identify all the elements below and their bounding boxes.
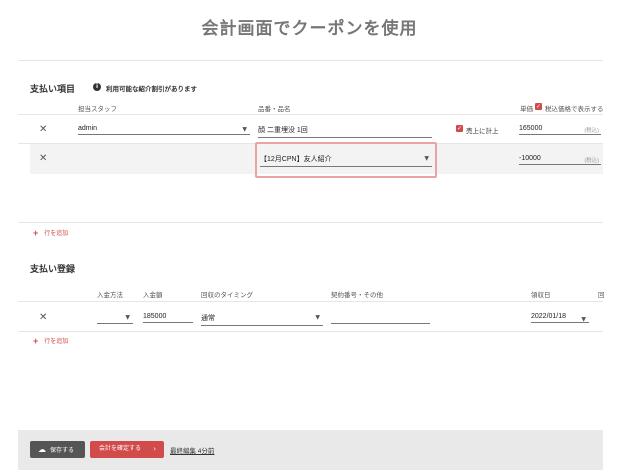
header-date: 領収日 xyxy=(531,292,551,299)
staff-value: admin xyxy=(78,125,98,132)
chevron-down-icon: ▼ xyxy=(125,314,130,321)
chevron-right-icon: › xyxy=(153,445,156,453)
price-value: -10000 xyxy=(519,155,541,162)
plus-icon: + xyxy=(33,336,39,346)
product-value: 顔 二重埋没 1回 xyxy=(258,127,308,134)
discount-notice: 利用可能な紹介割引があります xyxy=(106,86,197,93)
confirm-label: 会計を確定する xyxy=(99,446,142,452)
contract-input[interactable] xyxy=(331,313,430,324)
delete-row-icon[interactable]: ✕ xyxy=(39,153,47,164)
amount-value: 185000 xyxy=(143,313,167,320)
tax-unit: (税込) xyxy=(584,158,599,164)
header-staff: 担当スタッフ xyxy=(78,106,117,113)
header-extra: 回 xyxy=(598,292,605,299)
price-value: 165000 xyxy=(519,125,543,132)
save-button[interactable]: ☁ 保存する xyxy=(30,441,85,458)
divider xyxy=(18,114,603,115)
add-row-label: 行を追加 xyxy=(44,339,69,345)
tax-included-label: 税込価格で表示する xyxy=(545,106,604,113)
date-input[interactable]: 2022/01/18 ▼ xyxy=(531,313,589,323)
chevron-down-icon: ▼ xyxy=(581,316,586,323)
date-value: 2022/01/18 xyxy=(531,313,567,320)
confirm-button[interactable]: 会計を確定する › xyxy=(90,441,164,458)
tax-unit: (税込) xyxy=(584,128,599,134)
last-edit-link[interactable]: 最終編集 4分前 xyxy=(170,445,214,455)
chevron-down-icon: ▼ xyxy=(315,314,320,321)
cloud-upload-icon: ☁ xyxy=(38,445,46,454)
amount-input[interactable]: 185000 xyxy=(143,313,193,323)
plus-icon: + xyxy=(33,228,39,238)
timing-select[interactable]: 通常 ▼ xyxy=(201,313,323,326)
product-value: 【12月CPN】友人紹介 xyxy=(260,156,332,163)
header-product: 品番・品名 xyxy=(258,106,291,113)
header-method: 入金方法 xyxy=(97,292,123,299)
footer-bar: ☁ 保存する 会計を確定する › 最終編集 4分前 xyxy=(18,430,603,470)
add-row-button[interactable]: + 行を追加 xyxy=(33,336,68,346)
price-input[interactable]: -10000 (税込) xyxy=(519,155,601,165)
chevron-down-icon: ▼ xyxy=(424,155,429,162)
add-row-button[interactable]: + 行を追加 xyxy=(33,228,68,238)
header-contract: 契約番号・その他 xyxy=(331,292,383,299)
info-icon: i xyxy=(93,83,101,91)
delete-row-icon[interactable]: ✕ xyxy=(39,312,47,323)
payment-registration-title: 支払い登録 xyxy=(30,264,76,274)
staff-select[interactable]: admin ▼ xyxy=(78,125,250,135)
sales-label: 売上に計上 xyxy=(466,128,499,135)
divider xyxy=(18,331,603,332)
divider xyxy=(18,301,603,302)
sales-checkbox[interactable]: ✓ xyxy=(456,125,463,132)
divider xyxy=(18,222,603,223)
chevron-down-icon: ▼ xyxy=(242,126,247,133)
product-input[interactable]: 顔 二重埋没 1回 xyxy=(258,125,432,138)
timing-value: 通常 xyxy=(201,315,215,322)
page-title: 会計画面でクーポンを使用 xyxy=(201,19,418,38)
price-input[interactable]: 165000 (税込) xyxy=(519,125,601,135)
product-select[interactable]: 【12月CPN】友人紹介 ▼ xyxy=(260,154,432,167)
divider xyxy=(18,60,603,61)
header-unit-price: 単価 xyxy=(520,106,533,113)
header-amount: 入金額 xyxy=(143,292,163,299)
header-timing: 回収のタイミング xyxy=(201,292,253,299)
add-row-label: 行を追加 xyxy=(44,231,69,237)
method-select[interactable]: ▼ xyxy=(97,313,133,324)
tax-included-checkbox[interactable]: ✓ xyxy=(535,103,542,110)
payment-items-title: 支払い項目 xyxy=(30,84,76,94)
save-label: 保存する xyxy=(50,448,75,454)
delete-row-icon[interactable]: ✕ xyxy=(39,124,47,135)
